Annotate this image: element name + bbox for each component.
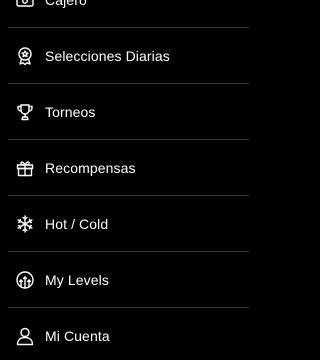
side-menu: Cajero Selecciones Diarias Torneos Recom… <box>0 0 265 360</box>
snowflake-icon <box>15 214 35 234</box>
gift-icon <box>15 158 35 178</box>
menu-item-my-levels[interactable]: My Levels <box>0 252 265 308</box>
menu-item-hot-cold[interactable]: Hot / Cold <box>0 196 265 252</box>
cashier-icon <box>15 0 35 10</box>
menu-item-cajero[interactable]: Cajero <box>0 0 265 28</box>
levels-icon <box>15 270 35 290</box>
menu-item-label: My Levels <box>45 272 109 288</box>
menu-item-label: Hot / Cold <box>45 216 109 232</box>
menu-item-selecciones-diarias[interactable]: Selecciones Diarias <box>0 28 265 84</box>
user-icon <box>15 326 35 346</box>
menu-item-recompensas[interactable]: Recompensas <box>0 140 265 196</box>
menu-item-label: Cajero <box>45 0 87 8</box>
menu-item-label: Recompensas <box>45 160 136 176</box>
menu-item-label: Torneos <box>45 104 96 120</box>
menu-list: Cajero Selecciones Diarias Torneos Recom… <box>0 0 265 360</box>
menu-item-label: Selecciones Diarias <box>45 48 170 64</box>
trophy-icon <box>15 102 35 122</box>
menu-item-mi-cuenta[interactable]: Mi Cuenta <box>0 308 265 360</box>
menu-item-torneos[interactable]: Torneos <box>0 84 265 140</box>
award-badge-icon <box>15 46 35 66</box>
menu-item-label: Mi Cuenta <box>45 328 110 344</box>
